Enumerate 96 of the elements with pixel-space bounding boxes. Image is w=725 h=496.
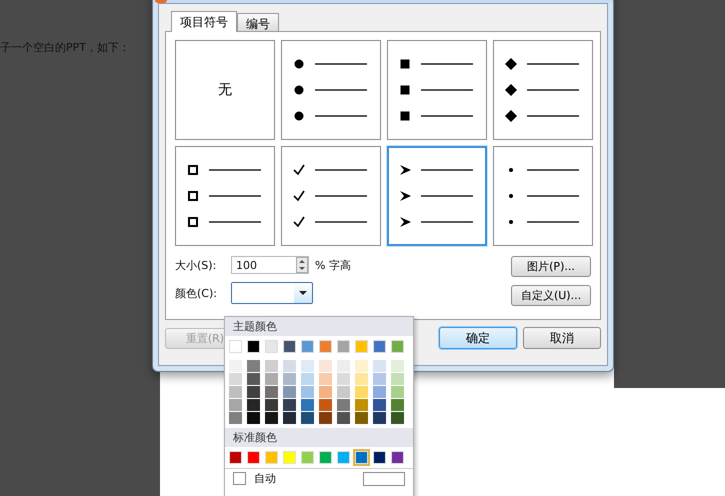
- color-swatch[interactable]: [319, 373, 332, 385]
- color-swatch[interactable]: [355, 360, 368, 372]
- color-swatch[interactable]: [229, 412, 242, 424]
- color-swatch[interactable]: [283, 340, 296, 353]
- color-swatch[interactable]: [391, 399, 404, 411]
- color-swatch[interactable]: [229, 360, 242, 372]
- color-swatch[interactable]: [355, 340, 368, 353]
- color-swatch[interactable]: [265, 360, 278, 372]
- bullet-option[interactable]: [281, 146, 381, 246]
- color-swatch[interactable]: [247, 412, 260, 424]
- color-swatch[interactable]: [265, 340, 278, 353]
- color-swatch[interactable]: [337, 412, 350, 424]
- color-swatch[interactable]: [319, 399, 332, 411]
- caret-icon: [299, 291, 307, 295]
- color-swatch[interactable]: [337, 399, 350, 411]
- color-swatch[interactable]: [355, 399, 368, 411]
- page-text: 子一个空白的PPT，如下：: [0, 40, 131, 55]
- color-swatch[interactable]: [247, 340, 260, 353]
- color-swatch[interactable]: [337, 373, 350, 385]
- color-swatch[interactable]: [373, 412, 386, 424]
- size-field[interactable]: 100: [231, 256, 309, 274]
- color-swatch[interactable]: [319, 386, 332, 398]
- color-swatch[interactable]: [229, 373, 242, 385]
- color-swatch[interactable]: [391, 360, 404, 372]
- color-label: 颜色(C):: [175, 286, 218, 300]
- color-swatch[interactable]: [319, 412, 332, 424]
- auto-label: 自动: [254, 471, 276, 486]
- color-swatch[interactable]: [265, 412, 278, 424]
- color-swatch[interactable]: [283, 399, 296, 411]
- color-swatch[interactable]: [373, 386, 386, 398]
- spinner-icon[interactable]: [296, 257, 308, 273]
- color-dropdown[interactable]: [231, 282, 313, 304]
- color-swatch[interactable]: [301, 451, 314, 464]
- color-swatch[interactable]: [337, 451, 350, 464]
- color-swatch[interactable]: [337, 340, 350, 353]
- color-swatch[interactable]: [355, 373, 368, 385]
- color-swatch[interactable]: [265, 373, 278, 385]
- color-swatch[interactable]: [283, 386, 296, 398]
- color-swatch[interactable]: [319, 451, 332, 464]
- color-swatch[interactable]: [373, 451, 386, 464]
- color-swatch[interactable]: [391, 340, 404, 353]
- color-swatch[interactable]: [355, 451, 368, 464]
- color-swatch[interactable]: [301, 412, 314, 424]
- color-swatch[interactable]: [301, 340, 314, 353]
- section-header: 主题颜色: [225, 317, 413, 336]
- color-swatch[interactable]: [391, 386, 404, 398]
- color-swatch[interactable]: [247, 360, 260, 372]
- color-swatch[interactable]: [319, 360, 332, 372]
- color-swatch[interactable]: [247, 399, 260, 411]
- color-swatch[interactable]: [283, 373, 296, 385]
- dialog-button[interactable]: 图片(P)...: [511, 256, 591, 277]
- color-swatch[interactable]: [247, 386, 260, 398]
- color-swatch[interactable]: [265, 451, 278, 464]
- color-swatch[interactable]: [301, 399, 314, 411]
- bullet-option[interactable]: [387, 40, 487, 140]
- color-swatch[interactable]: [265, 399, 278, 411]
- color-swatch[interactable]: [373, 373, 386, 385]
- dialog-button[interactable]: 确定: [439, 327, 517, 349]
- color-swatch[interactable]: [373, 399, 386, 411]
- bullet-option[interactable]: [175, 146, 275, 246]
- checkbox[interactable]: [233, 472, 246, 485]
- color-swatch[interactable]: [229, 386, 242, 398]
- section-header: 标准颜色: [225, 428, 413, 447]
- color-swatch[interactable]: [229, 340, 242, 353]
- color-swatch[interactable]: [301, 373, 314, 385]
- color-swatch[interactable]: [391, 412, 404, 424]
- color-swatch[interactable]: [337, 360, 350, 372]
- dialog-button[interactable]: 自定义(U)...: [511, 285, 591, 306]
- color-swatch[interactable]: [319, 340, 332, 353]
- size-unit: % 字高: [315, 258, 351, 272]
- color-swatch[interactable]: [373, 360, 386, 372]
- color-swatch[interactable]: [265, 386, 278, 398]
- color-swatch[interactable]: [301, 386, 314, 398]
- bullet-option[interactable]: [493, 40, 593, 140]
- color-swatch[interactable]: [355, 386, 368, 398]
- dialog-button[interactable]: 取消: [523, 327, 601, 349]
- tab[interactable]: 项目符号: [171, 11, 237, 32]
- color-swatch[interactable]: [391, 373, 404, 385]
- color-swatch[interactable]: [355, 412, 368, 424]
- color-swatch[interactable]: [247, 451, 260, 464]
- color-swatch[interactable]: [337, 386, 350, 398]
- bullet-option[interactable]: 无: [175, 40, 275, 140]
- tab[interactable]: 编号: [237, 13, 279, 31]
- color-swatch[interactable]: [283, 412, 296, 424]
- bullet-option[interactable]: [387, 146, 487, 246]
- color-swatch[interactable]: [283, 360, 296, 372]
- color-swatch[interactable]: [373, 340, 386, 353]
- color-swatch[interactable]: [229, 451, 242, 464]
- color-swatch[interactable]: [301, 360, 314, 372]
- color-preview: [363, 472, 405, 486]
- color-swatch[interactable]: [391, 451, 404, 464]
- size-label: 大小(S):: [175, 258, 218, 272]
- color-swatch[interactable]: [229, 399, 242, 411]
- bullet-option[interactable]: [281, 40, 381, 140]
- color-swatch[interactable]: [247, 373, 260, 385]
- color-swatch[interactable]: [283, 451, 296, 464]
